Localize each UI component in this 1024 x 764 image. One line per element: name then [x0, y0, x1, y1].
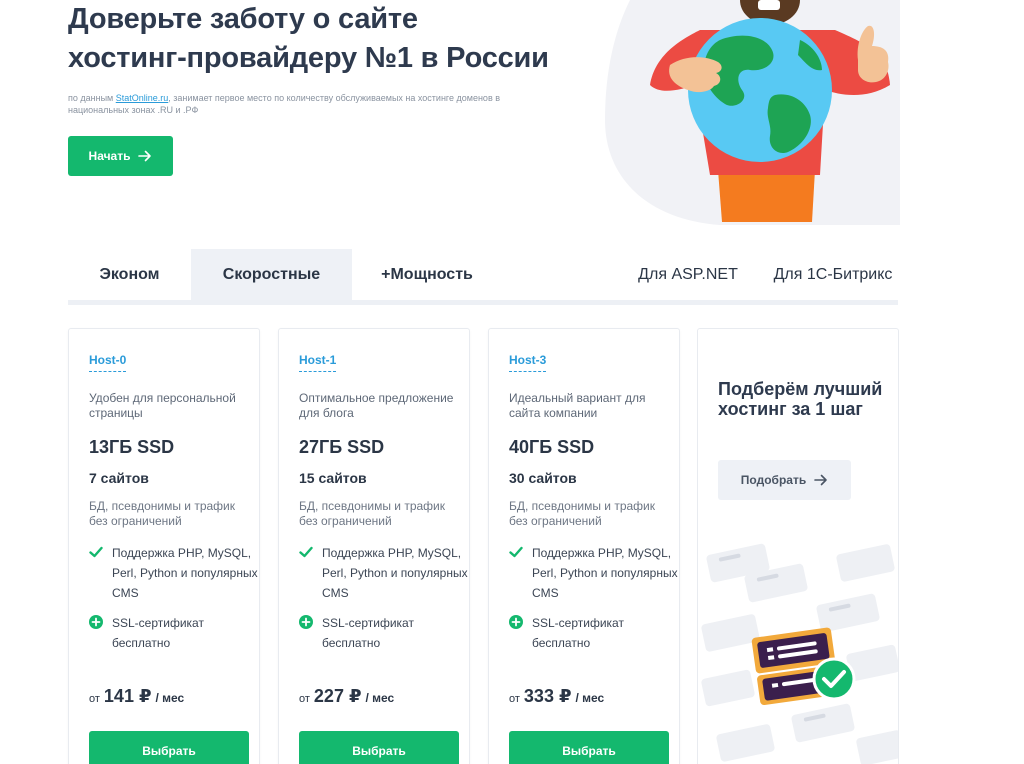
- plan-card-host-0: Host-0 Удобен для персональной страницы …: [68, 328, 260, 764]
- plan-db-note: БД, псевдонимы и трафик без ограничений: [299, 499, 446, 528]
- pick-hosting-card: Подберём лучший хостинг за 1 шаг Подобра…: [697, 328, 899, 764]
- tab-econom[interactable]: Эконом: [68, 249, 191, 300]
- plan-sites: 15 сайтов: [299, 470, 367, 486]
- feature-php: Поддержка PHP, MySQL, Perl, Python и поп…: [299, 543, 469, 603]
- hero-illustration: [605, 0, 900, 225]
- feature-php-text: Поддержка PHP, MySQL, Perl, Python и поп…: [532, 546, 678, 600]
- start-button-label: Начать: [88, 149, 131, 163]
- plan-db-note: БД, псевдонимы и трафик без ограничений: [509, 499, 656, 528]
- hero-sub-prefix: по данным: [68, 93, 116, 103]
- pick-button-label: Подобрать: [740, 473, 807, 487]
- pick-title: Подберём лучший хостинг за 1 шаг: [718, 379, 883, 419]
- plan-sites: 7 сайтов: [89, 470, 149, 486]
- arrow-right-icon: [814, 474, 828, 486]
- start-button[interactable]: Начать: [68, 136, 173, 176]
- plan-disk: 40ГБ SSD: [509, 437, 595, 457]
- tab-power[interactable]: +Мощность: [352, 249, 502, 300]
- plan-card-host-3: Host-3 Идеальный вариант для сайта компа…: [488, 328, 680, 764]
- price-from: от: [89, 693, 100, 705]
- plan-sites: 30 сайтов: [509, 470, 577, 486]
- feature-ssl-text: SSL-сертификат бесплатно: [112, 616, 204, 650]
- choose-button[interactable]: Выбрать: [509, 731, 669, 764]
- arrow-right-icon: [138, 150, 152, 162]
- plan-disk: 27ГБ SSD: [299, 437, 385, 457]
- plan-price: от 227 ₽ / мес: [299, 686, 394, 707]
- plan-description: Идеальный вариант для сайта компании: [509, 391, 646, 420]
- choose-button[interactable]: Выбрать: [89, 731, 249, 764]
- plan-name[interactable]: Host-1: [299, 353, 337, 372]
- plan-description: Удобен для персональной страницы: [89, 391, 236, 420]
- feature-php: Поддержка PHP, MySQL, Perl, Python и поп…: [509, 543, 679, 603]
- check-icon: [299, 546, 313, 558]
- price-from: от: [299, 693, 310, 705]
- feature-ssl-text: SSL-сертификат бесплатно: [532, 616, 624, 650]
- choose-button[interactable]: Выбрать: [299, 731, 459, 764]
- plan-description: Оптимальное предложение для блога: [299, 391, 454, 420]
- price-from: от: [509, 693, 520, 705]
- statonline-link[interactable]: StatOnline.ru: [116, 93, 169, 103]
- plus-circle-icon: [509, 615, 523, 629]
- plan-db-note: БД, псевдонимы и трафик без ограничений: [89, 499, 236, 528]
- plan-name[interactable]: Host-3: [509, 353, 547, 372]
- plan-price: от 141 ₽ / мес: [89, 686, 184, 707]
- tab-bitrix[interactable]: Для 1С-Битрикс: [768, 249, 898, 300]
- plan-card-host-1: Host-1 Оптимальное предложение для блога…: [278, 328, 470, 764]
- price-period: / мес: [575, 691, 605, 705]
- feature-ssl-text: SSL-сертификат бесплатно: [322, 616, 414, 650]
- feature-ssl: SSL-сертификат бесплатно: [299, 613, 469, 653]
- hero-title-line2: хостинг-провайдеру №1 в России: [68, 42, 549, 74]
- check-icon: [509, 546, 523, 558]
- plus-circle-icon: [299, 615, 313, 629]
- price-period: / мес: [155, 691, 185, 705]
- plan-price: от 333 ₽ / мес: [509, 686, 604, 707]
- feature-ssl: SSL-сертификат бесплатно: [89, 613, 259, 653]
- feature-php-text: Поддержка PHP, MySQL, Perl, Python и поп…: [322, 546, 468, 600]
- plan-name[interactable]: Host-0: [89, 353, 127, 372]
- tab-fast[interactable]: Скоростные: [191, 249, 352, 300]
- feature-php-text: Поддержка PHP, MySQL, Perl, Python и поп…: [112, 546, 258, 600]
- hero-title: Доверьте заботу о сайте хостинг-провайде…: [68, 0, 549, 78]
- hero-title-line1: Доверьте заботу о сайте: [68, 3, 418, 35]
- price-value: 141 ₽: [103, 686, 152, 706]
- plan-tabs: Эконом Скоростные +Мощность Для ASP.NET …: [68, 249, 898, 305]
- price-period: / мес: [365, 691, 395, 705]
- plan-disk: 13ГБ SSD: [89, 437, 175, 457]
- price-value: 227 ₽: [313, 686, 362, 706]
- feature-ssl: SSL-сертификат бесплатно: [509, 613, 679, 653]
- feature-php: Поддержка PHP, MySQL, Perl, Python и поп…: [89, 543, 259, 603]
- hero-subtitle: по данным StatOnline.ru, занимает первое…: [68, 92, 518, 116]
- check-icon: [89, 546, 103, 558]
- plus-circle-icon: [89, 615, 103, 629]
- price-value: 333 ₽: [523, 686, 572, 706]
- pick-button[interactable]: Подобрать: [718, 460, 851, 500]
- tab-aspnet[interactable]: Для ASP.NET: [628, 249, 748, 300]
- server-pick-illustration: [701, 543, 898, 764]
